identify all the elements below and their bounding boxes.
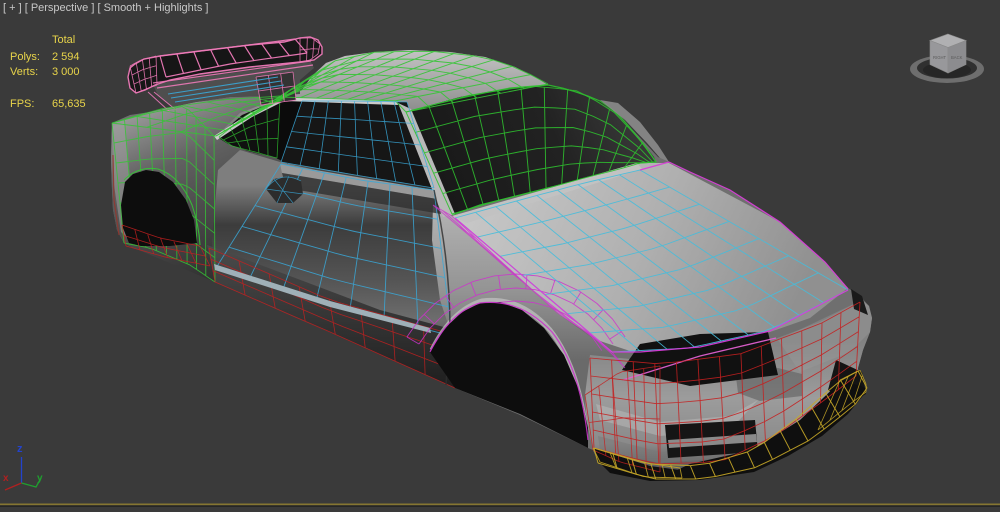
svg-text:2 594: 2 594: [52, 51, 80, 63]
svg-text:[ + ] [ Perspective ] [ Smooth: [ + ] [ Perspective ] [ Smooth + Highlig…: [3, 2, 208, 14]
svg-text:FPS:: FPS:: [10, 98, 34, 110]
svg-text:65,635: 65,635: [52, 98, 86, 110]
svg-text:Polys:: Polys:: [10, 51, 40, 63]
svg-text:Verts:: Verts:: [10, 66, 38, 78]
svg-text:y: y: [37, 473, 43, 484]
svg-text:x: x: [3, 473, 9, 484]
svg-text:BACK: BACK: [951, 55, 963, 60]
svg-text:RIGHT: RIGHT: [933, 55, 946, 60]
svg-text:3 000: 3 000: [52, 66, 80, 78]
svg-text:Total: Total: [52, 34, 75, 46]
svg-text:z: z: [17, 443, 23, 455]
